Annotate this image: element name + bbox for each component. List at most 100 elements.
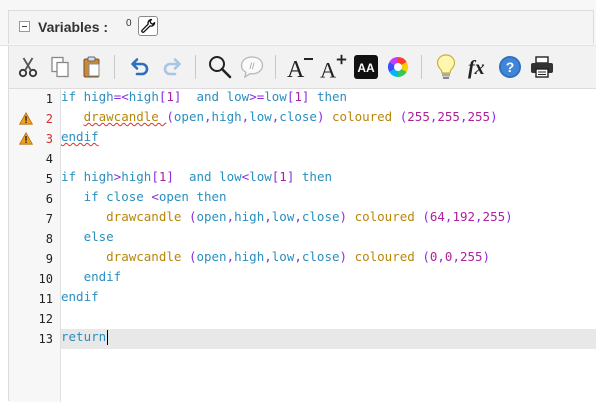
code-token: ) (482, 249, 491, 264)
code-token: high (121, 169, 152, 184)
print-button[interactable] (527, 52, 557, 82)
line-number: 11 (38, 292, 53, 306)
variables-header: Variables : 0 (8, 10, 594, 44)
line-number-gutter: 1 2 3 4 5 6 7 8 9 10 11 12 13 (9, 89, 61, 402)
collapse-variables-button[interactable] (19, 21, 30, 32)
code-token: else (83, 229, 114, 244)
variables-panel: Variables : 0 (0, 0, 596, 46)
code-token: ) (505, 209, 513, 224)
code-line[interactable]: drawcandle (open,high,low,close) coloure… (61, 249, 596, 269)
copy-icon (51, 56, 69, 78)
code-token: 64 (429, 209, 445, 224)
code-token: =< (113, 89, 129, 104)
code-token: , (294, 209, 302, 224)
code-line[interactable]: return (61, 329, 596, 349)
fx-glyph: fx (468, 57, 485, 79)
variables-count: 0 (126, 18, 132, 29)
code-line[interactable]: endif (61, 269, 596, 289)
warning-icon[interactable] (19, 112, 33, 125)
line-number: 10 (38, 272, 53, 286)
code-token: if (61, 89, 84, 104)
code-area[interactable]: if high=<high[1] and low>=low[1] then dr… (61, 89, 596, 402)
code-line[interactable] (61, 149, 596, 169)
code-token: 1 (279, 169, 287, 184)
code-token: low (249, 169, 272, 184)
functions-button[interactable]: fx (463, 52, 493, 82)
fx-icon: fx (468, 57, 485, 79)
code-token: , (226, 249, 235, 264)
code-token: ] (286, 169, 302, 184)
line-number: 13 (38, 332, 53, 346)
code-token: 192 (452, 209, 476, 224)
toolbar-divider (421, 55, 422, 79)
find-button[interactable] (205, 52, 235, 82)
code-token: low (271, 249, 295, 264)
font-increase-icon: A (320, 54, 347, 81)
toolbar-divider (275, 55, 276, 79)
line-number: 9 (45, 252, 53, 266)
search-icon (209, 56, 232, 79)
comment-bubble-icon: // (240, 56, 264, 79)
code-token: open (173, 109, 205, 124)
code-token: endif (61, 129, 99, 144)
code-line[interactable] (61, 309, 596, 329)
code-token: open (158, 189, 197, 204)
font-increase-glyph: A (320, 57, 337, 81)
code-token: coloured (354, 209, 423, 224)
tip-button[interactable] (431, 52, 461, 82)
code-token: high (234, 249, 265, 264)
code-token: drawcandle (106, 209, 189, 224)
variables-settings-button[interactable] (138, 16, 158, 36)
code-token: 255 (407, 109, 430, 124)
code-token: close (279, 109, 317, 124)
code-line[interactable]: drawcandle (open,high,low,close) coloure… (61, 109, 596, 129)
font-decrease-icon: A (287, 57, 313, 81)
code-line[interactable]: drawcandle (open,high,low,close) coloure… (61, 209, 596, 229)
help-button[interactable]: ? (495, 52, 525, 82)
code-token: [ (151, 169, 159, 184)
dark-theme-button[interactable]: AA (351, 52, 381, 82)
code-editor[interactable]: 1 2 3 4 5 6 7 8 9 10 11 12 13 if high=<high[1] and l… (8, 88, 596, 402)
code-token: ) (490, 109, 498, 124)
color-picker-button[interactable] (383, 52, 413, 82)
code-token: low (271, 209, 295, 224)
code-line[interactable]: endif (61, 129, 596, 149)
text-caret (107, 330, 109, 345)
code-line[interactable]: if high>high[1] and low<low[1] then (61, 169, 596, 189)
redo-button[interactable] (157, 52, 187, 82)
toolbar-divider (114, 55, 115, 79)
code-token: 1 (166, 89, 174, 104)
code-token: , (264, 209, 272, 224)
code-token: ( (166, 109, 174, 124)
copy-button[interactable] (45, 52, 75, 82)
code-token: open (196, 209, 227, 224)
code-token: low (226, 89, 250, 104)
paste-button[interactable] (77, 52, 107, 82)
code-token: high (83, 89, 114, 104)
code-token: ) (339, 249, 355, 264)
code-line[interactable]: else (61, 229, 596, 249)
line-number: 1 (45, 92, 53, 106)
code-token: high (211, 109, 242, 124)
comment-glyph: // (249, 61, 255, 71)
warning-icon[interactable] (19, 132, 33, 145)
font-decrease-glyph: A (287, 57, 305, 81)
comment-button[interactable]: // (237, 52, 267, 82)
code-line[interactable]: if high=<high[1] and low>=low[1] then (61, 89, 596, 109)
code-token: low (264, 89, 287, 104)
code-line[interactable]: endif (61, 289, 596, 309)
code-token: high (128, 89, 159, 104)
increase-font-button[interactable]: A (319, 52, 349, 82)
wrench-icon (141, 18, 156, 33)
paste-icon (83, 56, 100, 78)
cut-button[interactable] (13, 52, 43, 82)
decrease-font-button[interactable]: A (285, 52, 315, 82)
code-line[interactable]: if close <open then (61, 189, 596, 209)
code-token: , (264, 249, 272, 264)
line-number: 8 (45, 232, 53, 246)
undo-button[interactable] (125, 52, 155, 82)
